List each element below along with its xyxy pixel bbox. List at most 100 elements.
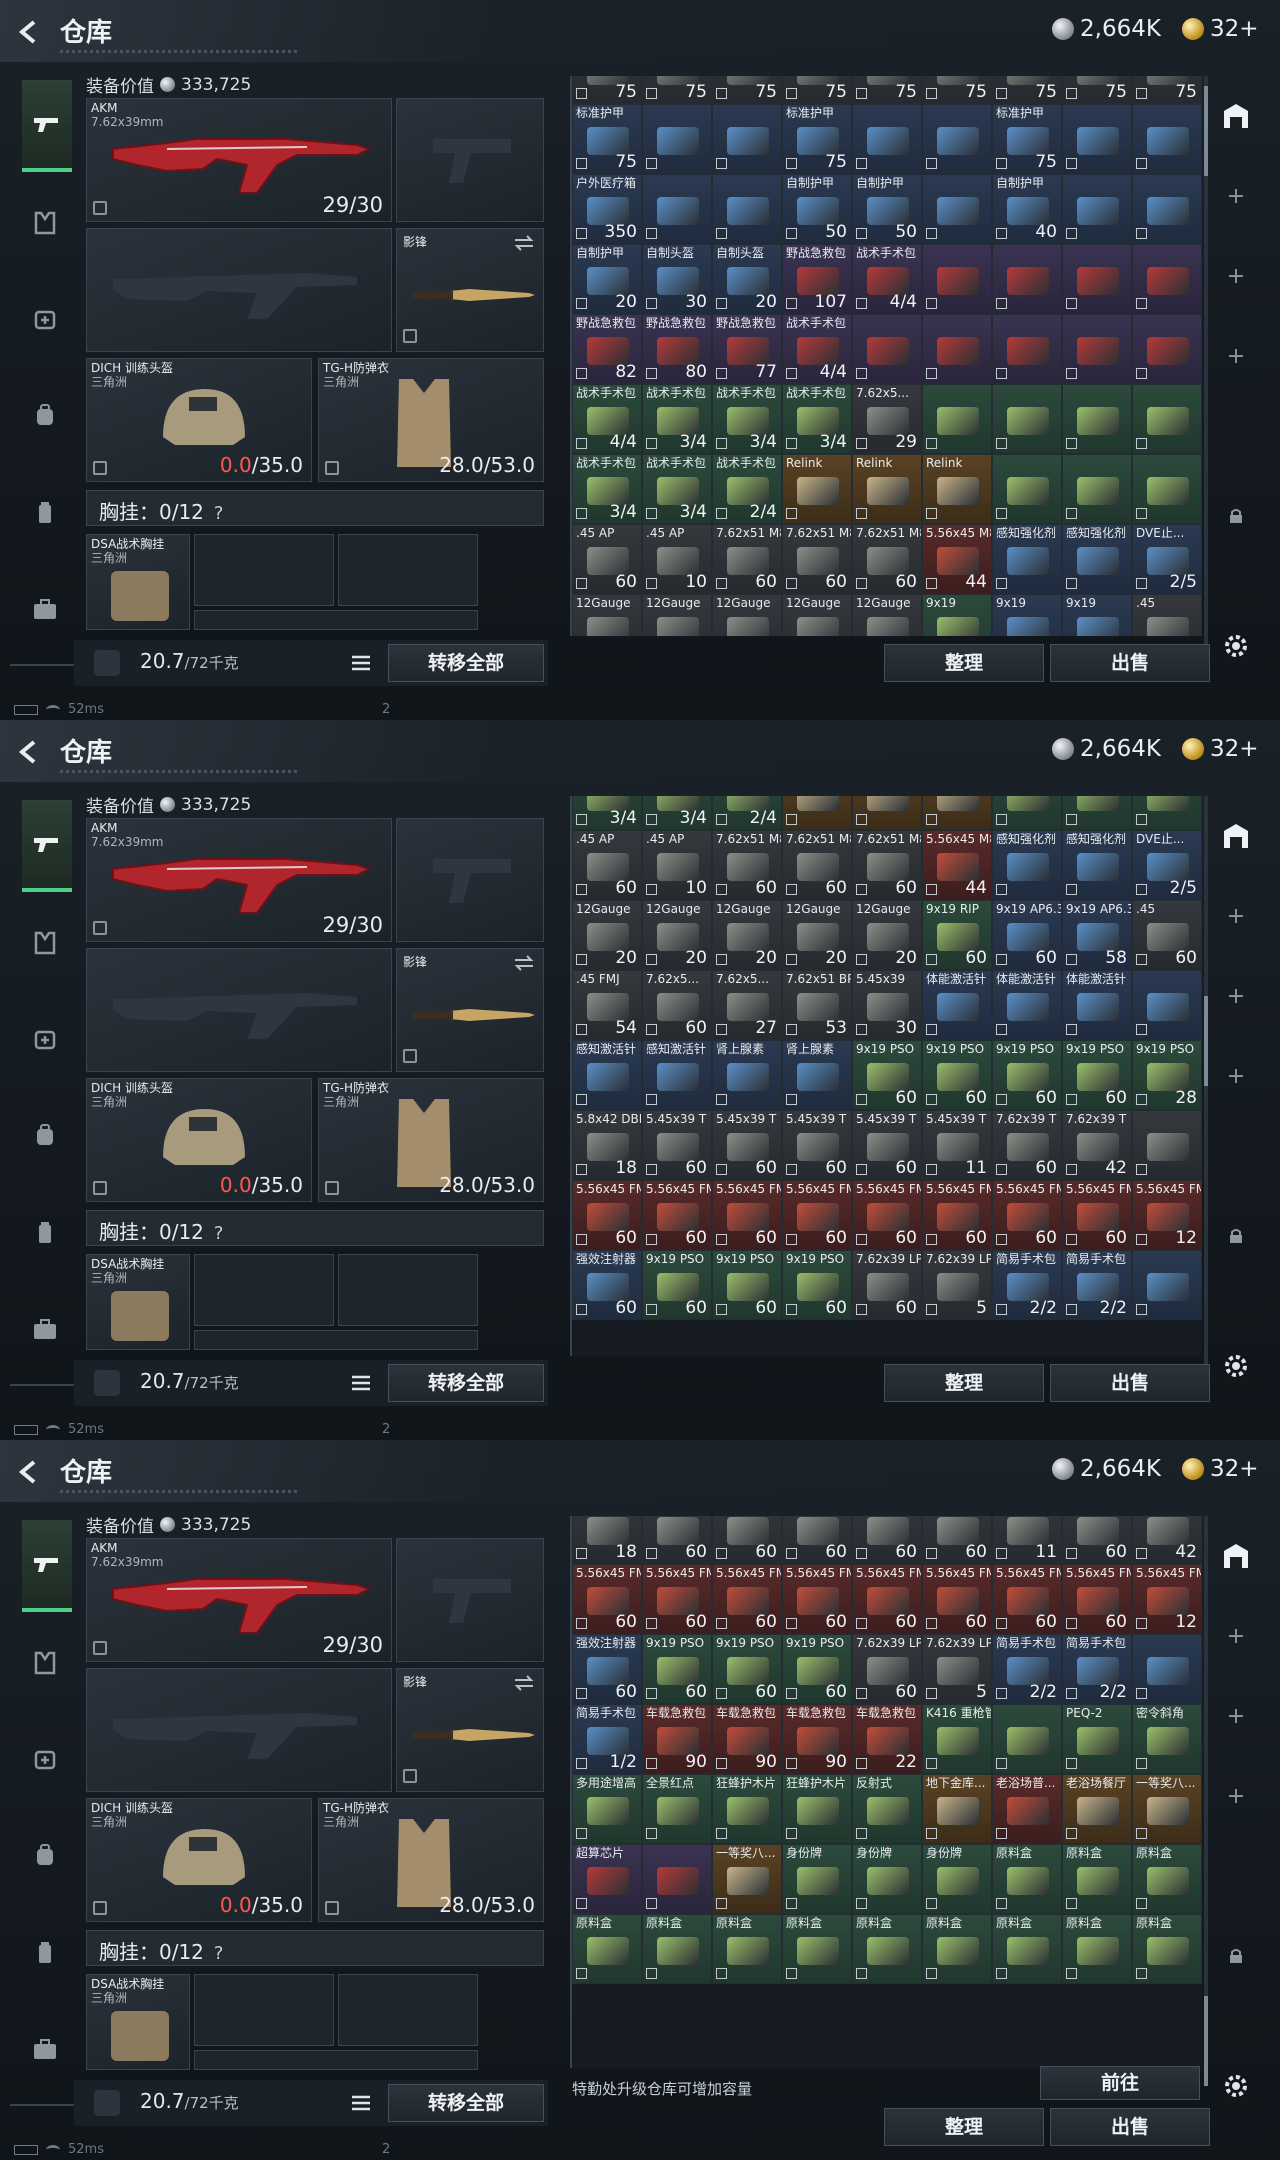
storage-item-cell[interactable]: 5.56x45 M855A1 44 — [922, 524, 992, 594]
storage-item-cell[interactable] — [712, 174, 782, 244]
helmet-slot[interactable]: DICH 训练头盔 三角洲 0.0/35.0 — [86, 358, 312, 482]
storage-item-cell[interactable]: 2/4 — [712, 796, 782, 830]
armor-slot[interactable]: TG-H防弹衣 三角洲 28.0/53.0 — [318, 1798, 544, 1922]
nav-medical-tab[interactable] — [22, 1016, 68, 1062]
back-arrow-icon[interactable] — [16, 1458, 44, 1486]
storage-item-cell[interactable]: 42 — [1132, 1516, 1202, 1564]
secondary-weapon-slot-empty[interactable] — [86, 948, 392, 1072]
settings-gear-icon[interactable] — [1212, 2066, 1260, 2106]
storage-item-cell[interactable]: .45 AP 10 — [642, 830, 712, 900]
storage-item-cell[interactable]: 7.62x51 M80 60 — [852, 830, 922, 900]
storage-item-cell[interactable]: 简易手术包 2/2 — [1062, 1634, 1132, 1704]
storage-item-cell[interactable] — [922, 384, 992, 454]
storage-item-cell[interactable]: 75 — [1132, 76, 1202, 104]
storage-item-cell[interactable]: 12Gauge — [712, 594, 782, 636]
sort-button[interactable]: 整理 — [884, 2108, 1044, 2146]
storage-item-cell[interactable] — [642, 104, 712, 174]
storage-item-cell[interactable]: 7.62x39 LP 5 — [922, 1634, 992, 1704]
transfer-all-button[interactable]: 转移全部 — [388, 2084, 544, 2122]
storage-scrollbar[interactable] — [1204, 796, 1208, 1366]
storage-item-cell[interactable] — [1062, 384, 1132, 454]
storage-item-cell[interactable] — [1062, 314, 1132, 384]
nav-weapons-tab[interactable] — [22, 1520, 72, 1612]
storage-item-cell[interactable]: 12Gauge 20 — [852, 900, 922, 970]
swap-icon[interactable] — [513, 1675, 535, 1691]
storage-item-cell[interactable]: 原料盒 — [712, 1914, 782, 1984]
storage-item-cell[interactable]: 7.62x51 M80 60 — [782, 524, 852, 594]
storage-item-cell[interactable]: 原料盒 — [782, 1914, 852, 1984]
storage-item-cell[interactable]: 身份牌 — [922, 1844, 992, 1914]
nav-consumables-tab[interactable] — [22, 1930, 68, 1976]
chest-rig-slot[interactable]: DSA战术胸挂 三角洲 — [86, 534, 190, 630]
storage-item-cell[interactable]: .45 AP 60 — [572, 524, 642, 594]
storage-item-cell[interactable] — [782, 796, 852, 830]
storage-item-cell[interactable]: 简易手术包 2/2 — [992, 1634, 1062, 1704]
storage-scrollbar[interactable] — [1204, 76, 1208, 646]
storage-item-cell[interactable]: Relink — [852, 454, 922, 524]
storage-item-cell[interactable]: 3/4 — [572, 796, 642, 830]
storage-item-cell[interactable]: 体能激活针 — [1062, 970, 1132, 1040]
storage-item-cell[interactable]: 战术手术包 4/4 — [572, 384, 642, 454]
storage-item-cell[interactable]: K416 重枪管 — [922, 1704, 992, 1774]
goto-button[interactable]: 前往 — [1040, 2066, 1200, 2100]
storage-item-cell[interactable]: 7.62x51 BPZ 53 — [782, 970, 852, 1040]
storage-item-cell[interactable] — [852, 314, 922, 384]
storage-item-cell[interactable]: 9x19 RIP 60 — [922, 900, 992, 970]
storage-item-cell[interactable]: 感知激活针 — [642, 1040, 712, 1110]
back-arrow-icon[interactable] — [16, 18, 44, 46]
list-icon[interactable] — [350, 1374, 372, 1392]
storage-item-cell[interactable] — [1132, 1634, 1202, 1704]
melee-slot[interactable]: 影锋 — [396, 948, 544, 1072]
add-page-icon[interactable]: + — [1212, 1616, 1260, 1656]
add-page-icon[interactable]: + — [1212, 1056, 1260, 1096]
storage-item-cell[interactable] — [1132, 314, 1202, 384]
storage-item-cell[interactable]: 野战急救包 107 — [782, 244, 852, 314]
storage-item-cell[interactable] — [1132, 244, 1202, 314]
storage-item-cell[interactable]: 7.62x39 LP 60 — [852, 1250, 922, 1320]
storage-item-cell[interactable] — [992, 384, 1062, 454]
storage-item-cell[interactable]: 简易手术包 2/2 — [1062, 1250, 1132, 1320]
storage-item-cell[interactable]: 肾上腺素 — [712, 1040, 782, 1110]
nav-backpack-tab[interactable] — [22, 1112, 68, 1158]
storage-item-cell[interactable]: 5.45x39 T 60 — [642, 1110, 712, 1180]
warehouse-icon[interactable] — [1212, 1536, 1260, 1576]
storage-item-cell[interactable]: 标准护甲 75 — [992, 104, 1062, 174]
storage-item-cell[interactable]: 车载急救包 90 — [782, 1704, 852, 1774]
storage-item-cell[interactable]: 9x19 — [1062, 594, 1132, 636]
add-page-icon[interactable]: + — [1212, 896, 1260, 936]
storage-item-cell[interactable]: 9x19 — [992, 594, 1062, 636]
add-page-icon[interactable]: + — [1212, 1776, 1260, 1816]
nav-collectibles-tab[interactable] — [22, 1306, 68, 1352]
storage-item-cell[interactable] — [1062, 796, 1132, 830]
storage-item-cell[interactable]: 7.62x5... 27 — [712, 970, 782, 1040]
nav-medical-tab[interactable] — [22, 296, 68, 342]
storage-item-cell[interactable]: 12Gauge 20 — [642, 900, 712, 970]
swap-icon[interactable] — [513, 955, 535, 971]
storage-item-cell[interactable]: 车载急救包 22 — [852, 1704, 922, 1774]
storage-item-cell[interactable]: 18 — [572, 1516, 642, 1564]
helmet-slot[interactable]: DICH 训练头盔 三角洲 0.0/35.0 — [86, 1798, 312, 1922]
transfer-all-button[interactable]: 转移全部 — [388, 644, 544, 682]
storage-item-cell[interactable]: .45 60 — [1132, 900, 1202, 970]
storage-item-cell[interactable]: 标准护甲 75 — [572, 104, 642, 174]
storage-item-cell[interactable]: 60 — [712, 1516, 782, 1564]
storage-item-cell[interactable]: 7.62x39 T 60 — [992, 1110, 1062, 1180]
storage-item-cell[interactable]: 5.8x42 DBP87 18 — [572, 1110, 642, 1180]
storage-item-cell[interactable]: 60 — [852, 1516, 922, 1564]
storage-item-cell[interactable]: 感知强化剂 — [1062, 524, 1132, 594]
scrollbar-thumb[interactable] — [1204, 1996, 1208, 2086]
storage-item-cell[interactable]: 9x19 PSO 60 — [712, 1634, 782, 1704]
storage-item-cell[interactable]: 原料盒 — [922, 1914, 992, 1984]
storage-item-cell[interactable]: 3/4 — [642, 796, 712, 830]
storage-item-cell[interactable] — [1132, 104, 1202, 174]
storage-item-cell[interactable]: 自制头盔 30 — [642, 244, 712, 314]
storage-item-cell[interactable]: PEQ-2 — [1062, 1704, 1132, 1774]
add-page-icon[interactable]: + — [1212, 976, 1260, 1016]
storage-item-cell[interactable]: 5.45x39 T 60 — [782, 1110, 852, 1180]
storage-item-cell[interactable]: 9x19 — [922, 594, 992, 636]
storage-item-cell[interactable]: 5.56x45 FMJ 12 — [1132, 1180, 1202, 1250]
help-icon[interactable]: ? — [214, 1223, 224, 1244]
rig-grid-slot[interactable] — [194, 2050, 478, 2070]
pistol-slot-empty[interactable] — [396, 818, 544, 942]
storage-item-cell[interactable]: 12Gauge 20 — [572, 900, 642, 970]
